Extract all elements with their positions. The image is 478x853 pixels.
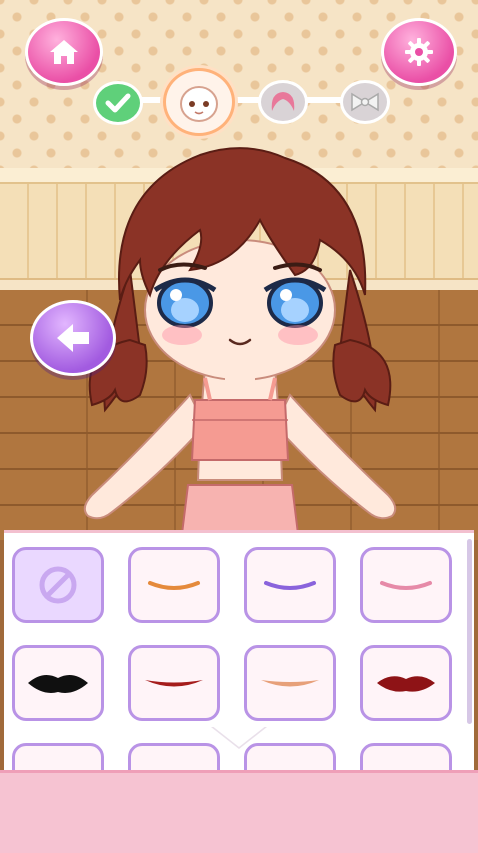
settings-button[interactable] — [381, 18, 457, 86]
dressup-scene — [0, 0, 478, 540]
home-button[interactable] — [25, 18, 103, 86]
arrow-left-icon — [57, 324, 89, 352]
lip-option-purple-2[interactable] — [244, 743, 336, 773]
panel-scrollbar[interactable] — [467, 539, 472, 724]
bottom-bar — [0, 770, 478, 853]
left-eye — [153, 277, 217, 328]
face-icon — [180, 86, 218, 122]
lip-option-none[interactable] — [12, 547, 104, 623]
lip-icon — [264, 581, 316, 590]
step-hair[interactable] — [258, 80, 308, 124]
bow-icon — [351, 92, 379, 112]
chibi-character — [83, 147, 397, 540]
back-button[interactable] — [30, 300, 116, 376]
home-icon — [50, 40, 78, 64]
lip-icon — [380, 581, 432, 590]
lip-option-pink[interactable] — [360, 547, 452, 623]
checkmark-icon — [105, 93, 131, 113]
progress-track — [118, 97, 358, 103]
lip-icon — [28, 674, 88, 693]
right-pigtail — [332, 338, 392, 407]
hair-icon — [271, 92, 295, 111]
lip-option-pink-2[interactable] — [128, 743, 220, 773]
lip-option-purple[interactable] — [244, 547, 336, 623]
lip-icon — [377, 676, 435, 692]
step-accessory[interactable] — [340, 80, 390, 124]
right-eye — [263, 277, 327, 328]
lip-option-red-full[interactable] — [12, 743, 104, 773]
lip-option-darkred[interactable] — [360, 645, 452, 721]
lip-option-orange[interactable] — [128, 547, 220, 623]
panel-collapse-arrow[interactable] — [211, 725, 267, 747]
lip-option-brown[interactable] — [360, 743, 452, 773]
lip-icon — [261, 680, 319, 687]
lip-icon — [148, 581, 200, 590]
crop-top — [190, 399, 290, 461]
lip-icon — [145, 680, 203, 687]
lip-option-red[interactable] — [128, 645, 220, 721]
gear-icon — [405, 38, 433, 66]
no-symbol-icon — [39, 566, 77, 604]
lip-option-black[interactable] — [12, 645, 104, 721]
step-face[interactable] — [163, 68, 235, 136]
lip-option-peach[interactable] — [244, 645, 336, 721]
step-completed[interactable] — [93, 81, 143, 125]
